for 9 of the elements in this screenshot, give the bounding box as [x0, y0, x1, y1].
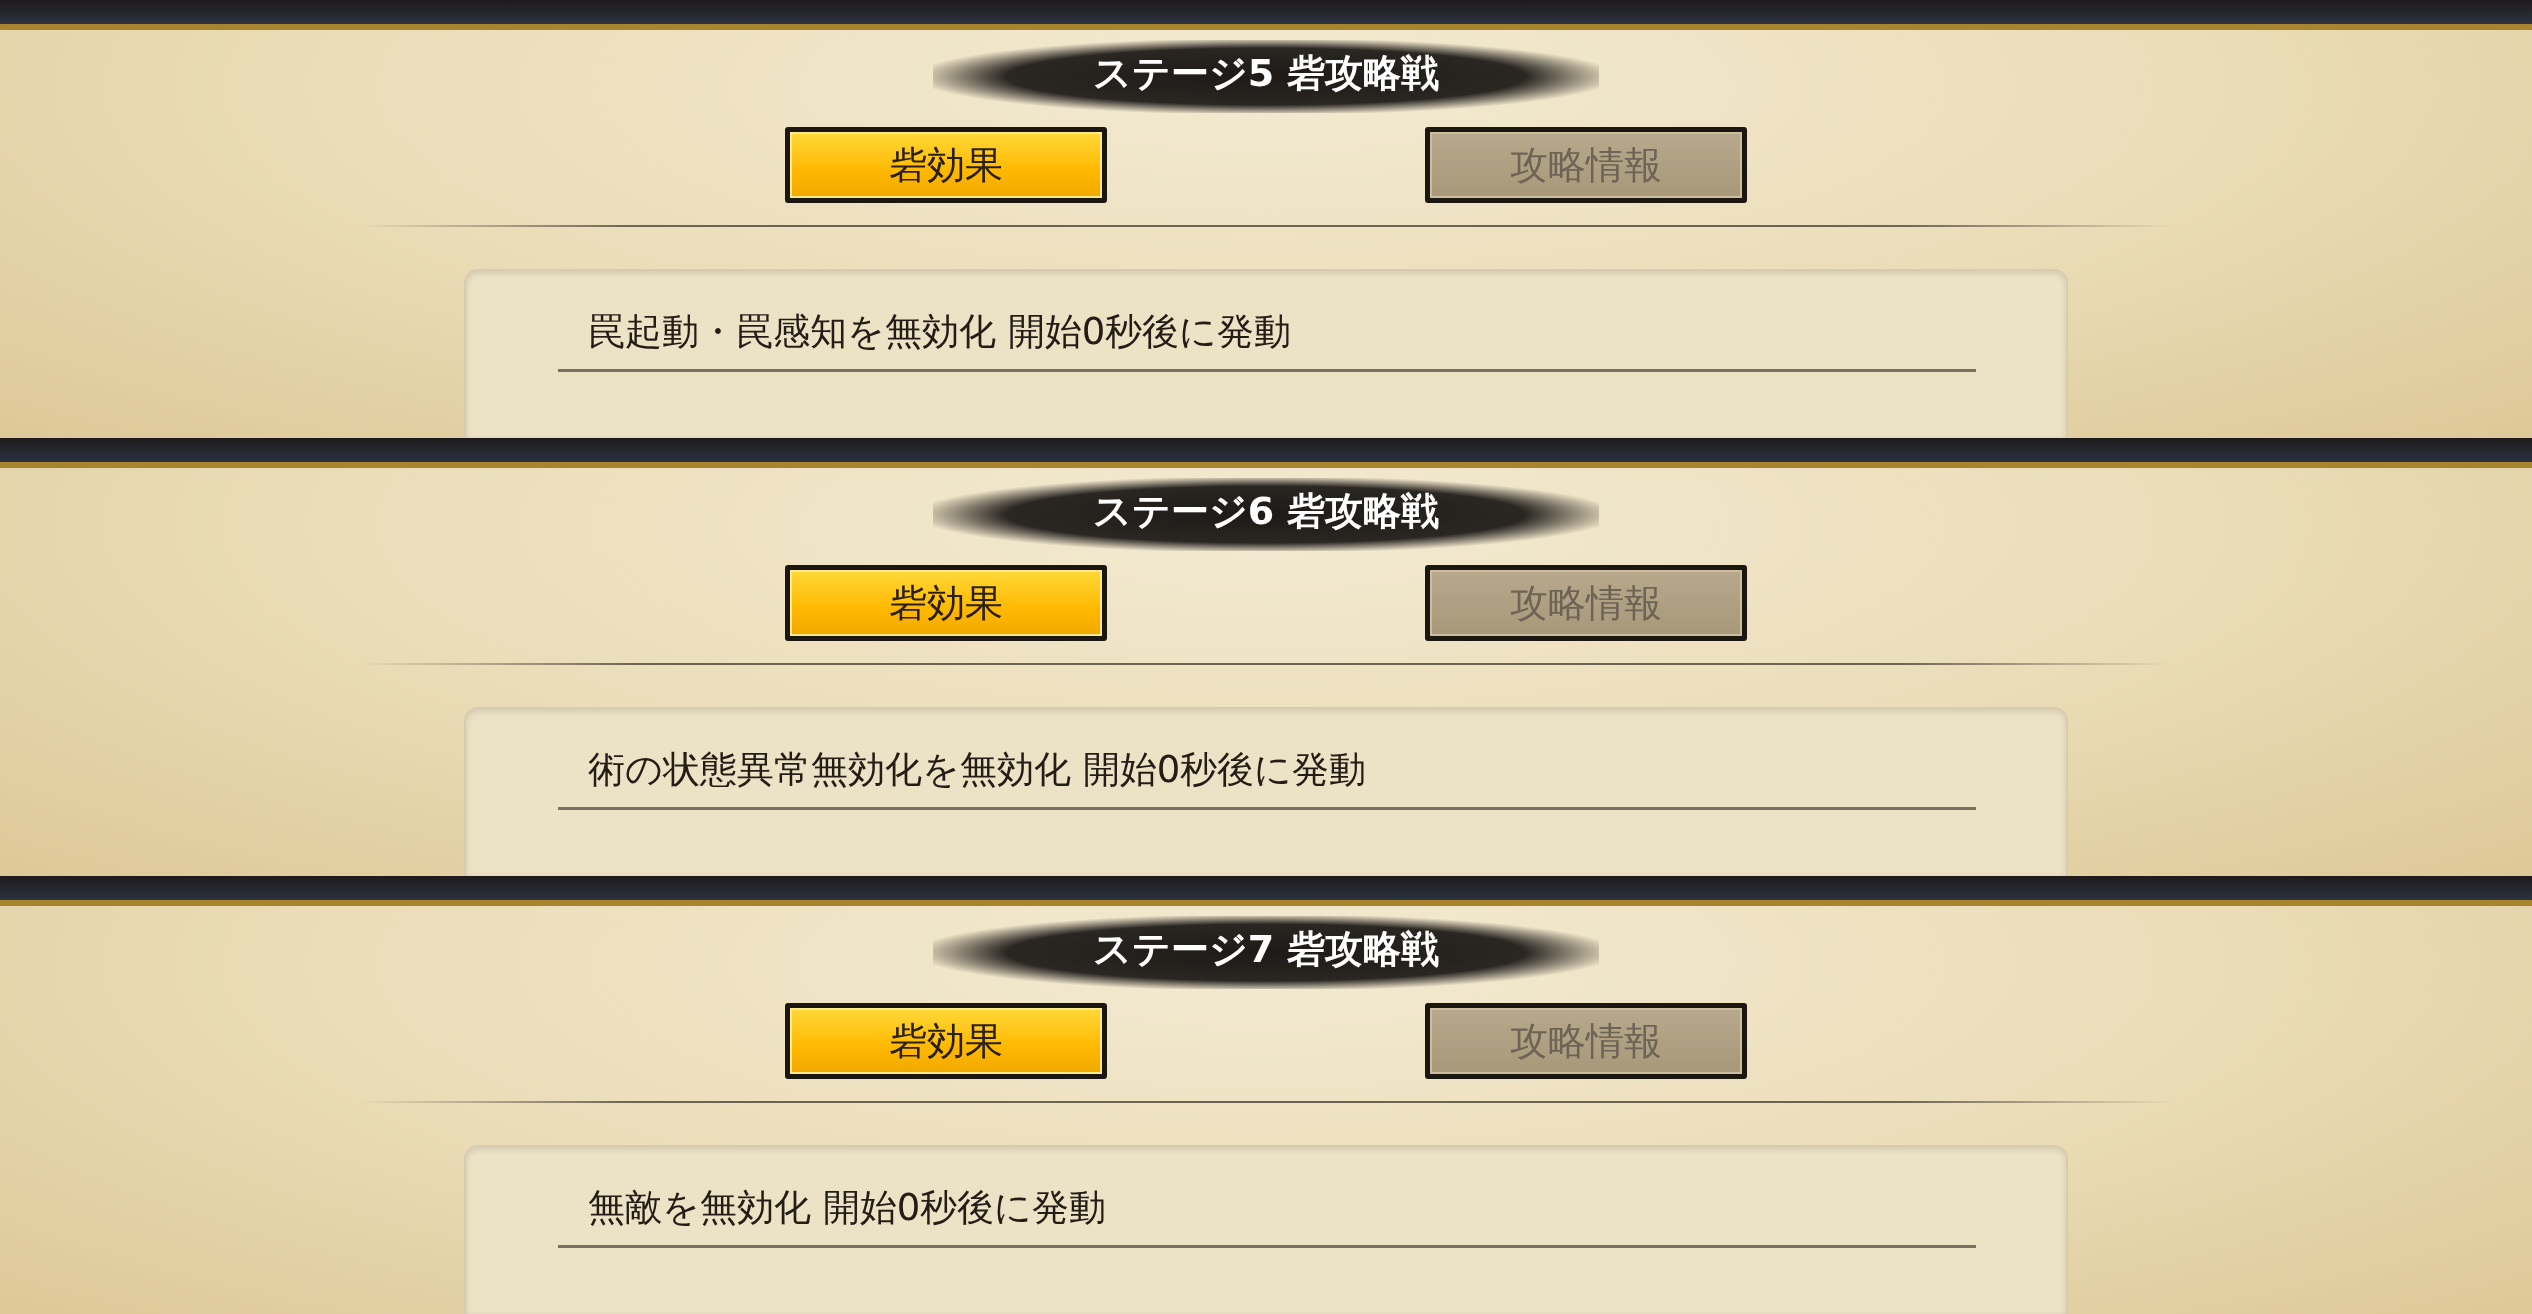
- effect-text: 無敵を無効化 開始0秒後に発動: [558, 1183, 1976, 1248]
- stage-title: ステージ5 砦攻略戦: [932, 40, 1600, 113]
- stage-title: ステージ6 砦攻略戦: [932, 478, 1600, 551]
- tab[interactable]: 砦効果: [785, 127, 1107, 203]
- tab[interactable]: 砦効果: [785, 1003, 1107, 1079]
- tab[interactable]: 砦効果: [785, 565, 1107, 641]
- effect-text: 術の状態異常無効化を無効化 開始0秒後に発動: [558, 745, 1976, 810]
- effect-text: 罠起動・罠感知を無効化 開始0秒後に発動: [558, 307, 1976, 372]
- stage-title: ステージ7 砦攻略戦: [932, 916, 1600, 989]
